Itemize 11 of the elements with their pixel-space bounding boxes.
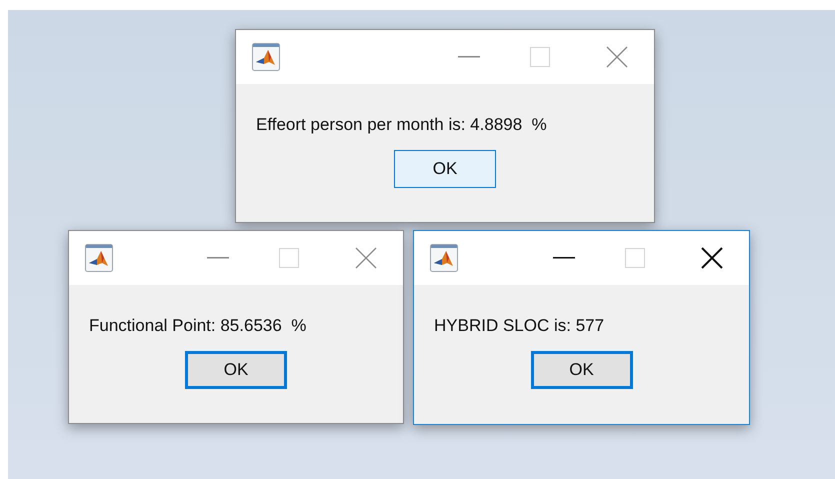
- minimize-icon[interactable]: [553, 257, 575, 259]
- ok-button[interactable]: OK: [394, 150, 496, 188]
- close-icon[interactable]: [701, 247, 723, 269]
- app-icon: [430, 244, 458, 272]
- app-icon: [252, 43, 280, 71]
- ok-button[interactable]: OK: [530, 351, 632, 389]
- message-text: HYBRID SLOC is: 577: [434, 316, 606, 336]
- message-text: Effeort person per month is: 4.8898 %: [256, 115, 548, 135]
- ok-button[interactable]: OK: [185, 351, 287, 389]
- app-icon: [85, 244, 113, 272]
- message-text: Functional Point: 85.6536 %: [89, 316, 308, 336]
